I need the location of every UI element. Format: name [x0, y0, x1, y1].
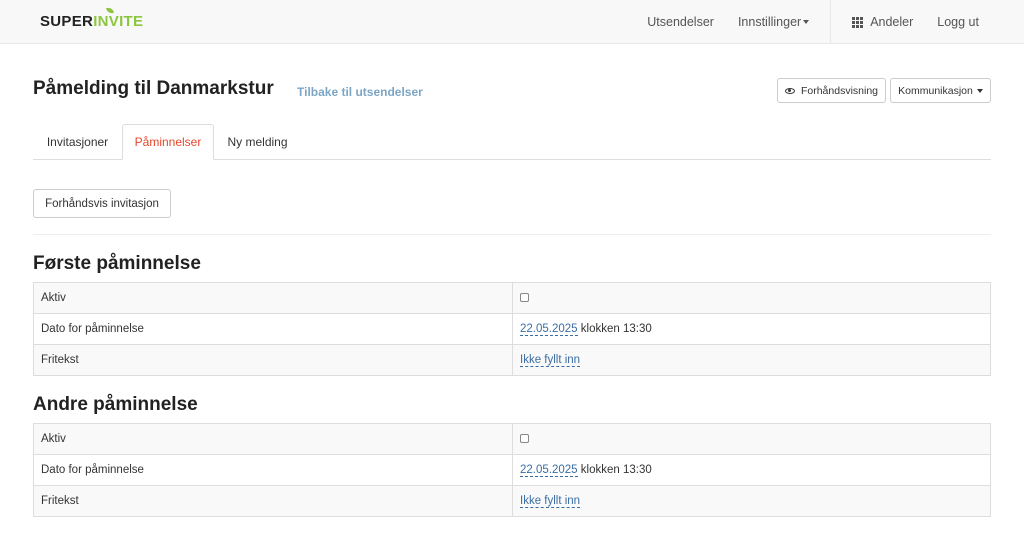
first-reminder-table: Aktiv Dato for påminnelse 22.05.2025 klo… [33, 282, 991, 376]
section-title-first-reminder: Første påminnelse [33, 253, 201, 274]
second-reminder-table: Aktiv Dato for påminnelse 22.05.2025 klo… [33, 423, 991, 517]
date-label: Dato for påminnelse [33, 454, 513, 486]
caret-down-icon [803, 20, 810, 24]
preview-button[interactable]: Forhåndsvisning [777, 78, 886, 103]
tab-ny-melding[interactable]: Ny melding [214, 124, 301, 160]
table-row: Aktiv [33, 282, 991, 314]
date-link[interactable]: 22.05.2025 [520, 323, 578, 336]
table-row: Aktiv [33, 423, 991, 455]
nav-innstillinger-dropdown[interactable]: Innstillinger [726, 0, 821, 44]
brand-logo[interactable]: SUPERINVITE [40, 6, 143, 30]
nav-logg-ut[interactable]: Logg ut [925, 0, 991, 44]
tab-bar: Invitasjoner Påminnelser Ny melding [33, 124, 991, 160]
active-label: Aktiv [33, 282, 513, 314]
nav-divider [830, 0, 832, 44]
page-title: Påmelding til Danmarkstur [33, 78, 274, 99]
brand-super: SUPER [40, 13, 94, 30]
eye-icon [784, 87, 795, 94]
time-text: klokken 13:30 [580, 323, 652, 335]
table-row: Dato for påminnelse 22.05.2025 klokken 1… [33, 454, 991, 486]
date-link[interactable]: 22.05.2025 [520, 464, 578, 477]
nav-utsendelser[interactable]: Utsendelser [635, 0, 726, 44]
active-label: Aktiv [33, 423, 513, 455]
section-title-second-reminder: Andre påminnelse [33, 394, 198, 415]
table-row: Fritekst Ikke fyllt inn [33, 485, 991, 517]
active-checkbox[interactable] [520, 434, 529, 444]
main-content: Påmelding til Danmarkstur Tilbake til ut… [33, 44, 991, 517]
table-row: Dato for påminnelse 22.05.2025 klokken 1… [33, 313, 991, 345]
freetext-link[interactable]: Ikke fyllt inn [520, 495, 581, 508]
active-checkbox[interactable] [520, 293, 529, 303]
tab-invitasjoner[interactable]: Invitasjoner [33, 124, 122, 160]
grid-icon [852, 16, 864, 28]
freetext-label: Fritekst [33, 485, 513, 517]
back-to-utsendelser-link[interactable]: Tilbake til utsendelser [297, 85, 423, 99]
freetext-label: Fritekst [33, 344, 513, 376]
tab-paminnelser[interactable]: Påminnelser [122, 124, 214, 160]
brand-invite: INVITE [93, 6, 143, 30]
freetext-link[interactable]: Ikke fyllt inn [520, 354, 581, 367]
communication-dropdown-button[interactable]: Kommunikasjon [890, 78, 991, 103]
time-text: klokken 13:30 [580, 464, 652, 476]
date-label: Dato for påminnelse [33, 313, 513, 345]
divider [33, 234, 991, 235]
preview-invitation-button[interactable]: Forhåndsvis invitasjon [33, 189, 171, 218]
nav-andeler[interactable]: Andeler [840, 0, 925, 44]
top-navbar: SUPERINVITE Utsendelser Innstillinger An… [0, 0, 1024, 44]
caret-down-icon [976, 88, 983, 93]
table-row: Fritekst Ikke fyllt inn [33, 344, 991, 376]
